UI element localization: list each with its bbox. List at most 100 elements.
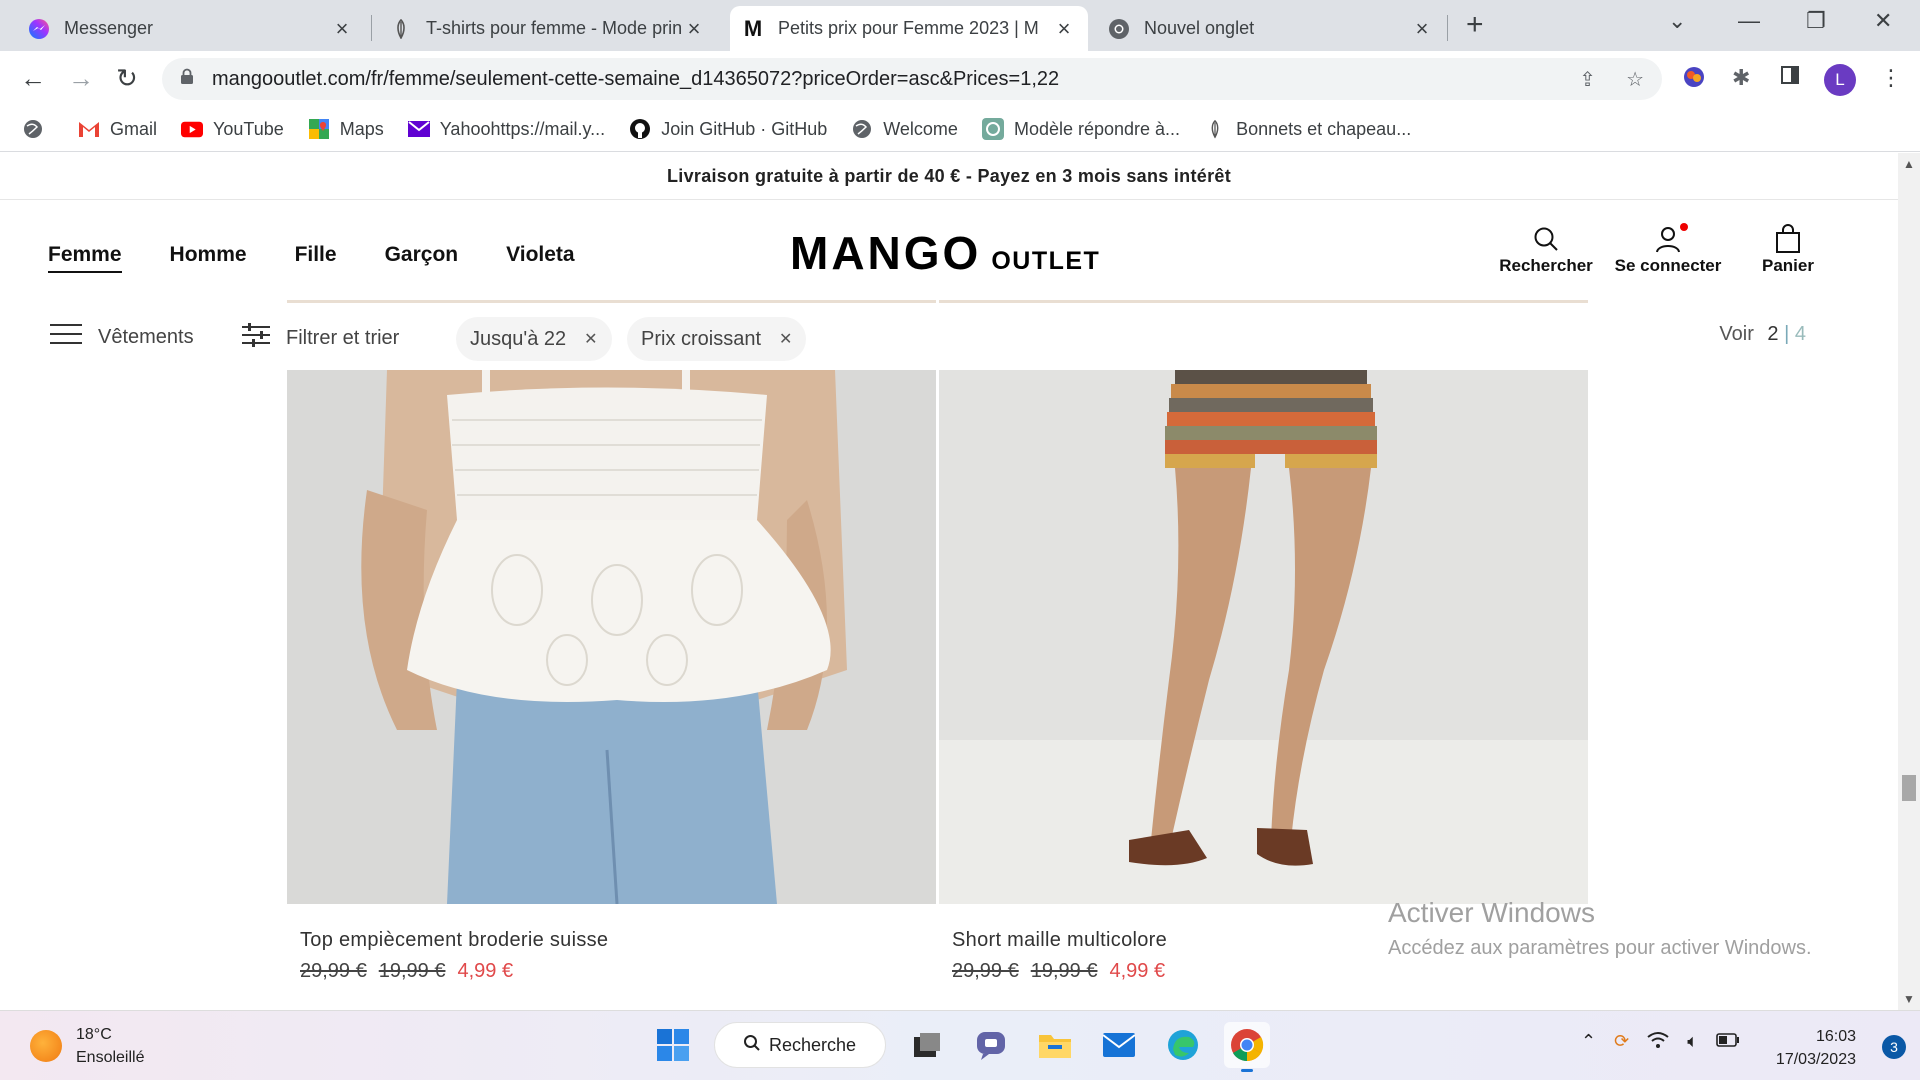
side-panel-icon[interactable]: [1780, 65, 1800, 91]
tab-mango-active[interactable]: M Petits prix pour Femme 2023 | M ×: [730, 6, 1088, 51]
bookmark-star-icon[interactable]: ☆: [1626, 67, 1644, 92]
chevron-up-icon[interactable]: ⌃: [1581, 1031, 1596, 1054]
reload-icon[interactable]: ↻: [116, 63, 138, 94]
promo-banner[interactable]: Livraison gratuite à partir de 40 € - Pa…: [0, 153, 1898, 200]
sale-price: 4,99 €: [1109, 960, 1166, 982]
windows-activation-watermark: Activer Windows Accédez aux paramètres p…: [1388, 897, 1812, 960]
nav-fille[interactable]: Fille: [295, 243, 337, 273]
sun-icon: [30, 1030, 62, 1062]
remove-filter-x-icon[interactable]: ✕: [584, 329, 597, 349]
scroll-up-arrow-icon[interactable]: ▲: [1903, 157, 1915, 171]
sync-icon[interactable]: ⟳: [1614, 1031, 1629, 1054]
forward-arrow-icon[interactable]: →: [68, 63, 94, 94]
openai-icon: [981, 118, 1004, 140]
mango-icon: M: [743, 15, 763, 41]
logo-sub: OUTLET: [991, 247, 1101, 275]
product-prices: 29,99 € 19,99 € 4,99 €: [300, 960, 608, 983]
login-button[interactable]: Se connecter: [1608, 222, 1728, 276]
nav-femme[interactable]: Femme: [48, 243, 122, 273]
close-tab-icon[interactable]: ×: [1410, 16, 1434, 42]
back-arrow-icon[interactable]: ←: [20, 63, 46, 94]
grid-view-toggle[interactable]: Voir 2 | 4: [1719, 323, 1806, 346]
scroll-down-arrow-icon[interactable]: ▼: [1903, 992, 1915, 1006]
product-image-top[interactable]: [287, 370, 936, 904]
menu-kebab-icon[interactable]: ⋮: [1880, 65, 1902, 91]
edge-icon[interactable]: [1160, 1022, 1206, 1068]
bookmark-github[interactable]: Join GitHub · GitHub: [629, 118, 827, 140]
bookmark-youtube[interactable]: YouTube: [181, 118, 284, 140]
voir-label: Voir: [1719, 323, 1754, 345]
file-explorer-icon[interactable]: [1032, 1022, 1078, 1068]
volume-icon[interactable]: 🔈︎: [1687, 1031, 1698, 1054]
product-image-shorts[interactable]: [939, 370, 1588, 904]
voir-option-alt[interactable]: 4: [1795, 323, 1806, 345]
weather-condition: Ensoleillé: [76, 1049, 145, 1066]
messenger-icon: [28, 18, 50, 40]
mango-outlet-logo[interactable]: MANGO OUTLET: [790, 226, 1100, 280]
filter-chip-sort-asc[interactable]: Prix croissant ✕: [627, 317, 807, 361]
search-button[interactable]: Rechercher: [1496, 222, 1596, 276]
windows-taskbar: 18°C Ensoleillé Recherche ⌃ ⟳ 🔈︎ 16:03 1…: [0, 1010, 1920, 1080]
notification-badge[interactable]: 3: [1882, 1035, 1906, 1059]
taskbar-apps: Recherche: [650, 1022, 1270, 1072]
mail-icon[interactable]: [1096, 1022, 1142, 1068]
tab-new-tab[interactable]: Nouvel onglet ×: [1096, 6, 1446, 51]
close-tab-icon[interactable]: ×: [1052, 16, 1076, 42]
previous-price: 19,99 €: [1030, 960, 1098, 982]
filter-sort-button[interactable]: Filtrer et trier: [242, 323, 399, 353]
original-price: 29,99 €: [300, 960, 367, 982]
scrollbar-thumb[interactable]: [1902, 775, 1916, 801]
close-tab-icon[interactable]: ×: [682, 16, 706, 42]
restore-icon[interactable]: ❐: [1806, 8, 1826, 34]
bookmark-gmail[interactable]: Gmail: [78, 118, 157, 140]
product-card-info[interactable]: Top empiècement broderie suisse 29,99 € …: [300, 929, 608, 983]
system-tray: ⌃ ⟳ 🔈︎: [1581, 1031, 1740, 1054]
weather-widget[interactable]: 18°C Ensoleillé: [30, 1023, 144, 1069]
nav-garcon[interactable]: Garçon: [385, 243, 459, 273]
bookmark-maps[interactable]: Maps: [308, 118, 384, 140]
profile-avatar[interactable]: L: [1824, 64, 1856, 96]
address-bar[interactable]: mangooutlet.com/fr/femme/seulement-cette…: [162, 58, 1662, 100]
sale-price: 4,99 €: [457, 960, 514, 982]
chrome-taskbar-icon[interactable]: [1224, 1022, 1270, 1072]
extension-colorful-icon[interactable]: [1682, 65, 1706, 95]
bookmark-apps[interactable]: [22, 118, 54, 140]
close-window-icon[interactable]: ✕: [1874, 8, 1892, 34]
new-tab-plus-icon[interactable]: +: [1466, 8, 1484, 42]
product-name[interactable]: Top empiècement broderie suisse: [300, 929, 608, 952]
teams-chat-icon[interactable]: [968, 1022, 1014, 1068]
product-prices: 29,99 € 19,99 € 4,99 €: [952, 960, 1167, 983]
nav-violeta[interactable]: Violeta: [506, 243, 574, 273]
product-name[interactable]: Short maille multicolore: [952, 929, 1167, 952]
page-scrollbar[interactable]: ▲ ▼: [1898, 153, 1920, 1010]
task-view-icon[interactable]: [904, 1022, 950, 1068]
nav-homme[interactable]: Homme: [170, 243, 247, 273]
windows-start-icon[interactable]: [650, 1022, 696, 1068]
feather-icon: [390, 18, 412, 40]
share-icon[interactable]: ⇪: [1579, 67, 1596, 92]
voir-option-current[interactable]: 2: [1767, 323, 1778, 345]
previous-price: 19,99 €: [378, 960, 446, 982]
globe-icon: [851, 118, 873, 140]
filter-chip-price-max[interactable]: Jusqu'à 22 ✕: [456, 317, 612, 361]
clock[interactable]: 16:03 17/03/2023: [1776, 1025, 1856, 1071]
battery-icon[interactable]: [1716, 1031, 1740, 1054]
bookmark-bonnets[interactable]: Bonnets et chapeau...: [1204, 118, 1411, 140]
tab-title: T-shirts pour femme - Mode prin: [426, 18, 682, 38]
user-icon: [1654, 222, 1688, 256]
bookmark-welcome[interactable]: Welcome: [851, 118, 958, 140]
category-menu-button[interactable]: Vêtements: [50, 323, 194, 351]
cart-button[interactable]: Panier: [1753, 222, 1823, 276]
remove-filter-x-icon[interactable]: ✕: [779, 329, 792, 349]
tab-search-chevron-icon[interactable]: ⌄: [1668, 8, 1686, 34]
wifi-icon[interactable]: [1647, 1031, 1669, 1054]
bookmark-modele[interactable]: Modèle répondre à...: [981, 118, 1180, 140]
product-card-info[interactable]: Short maille multicolore 29,99 € 19,99 €…: [952, 929, 1167, 983]
bookmark-yahoo[interactable]: Yahoohttps://mail.y...: [407, 118, 605, 140]
minimize-icon[interactable]: —: [1738, 8, 1760, 34]
extensions-puzzle-icon[interactable]: ✱: [1732, 65, 1750, 91]
close-tab-icon[interactable]: ×: [330, 16, 354, 42]
taskbar-search[interactable]: Recherche: [714, 1022, 886, 1068]
tab-messenger[interactable]: Messenger ×: [16, 6, 366, 51]
tab-tshirts[interactable]: T-shirts pour femme - Mode prin ×: [378, 6, 718, 51]
